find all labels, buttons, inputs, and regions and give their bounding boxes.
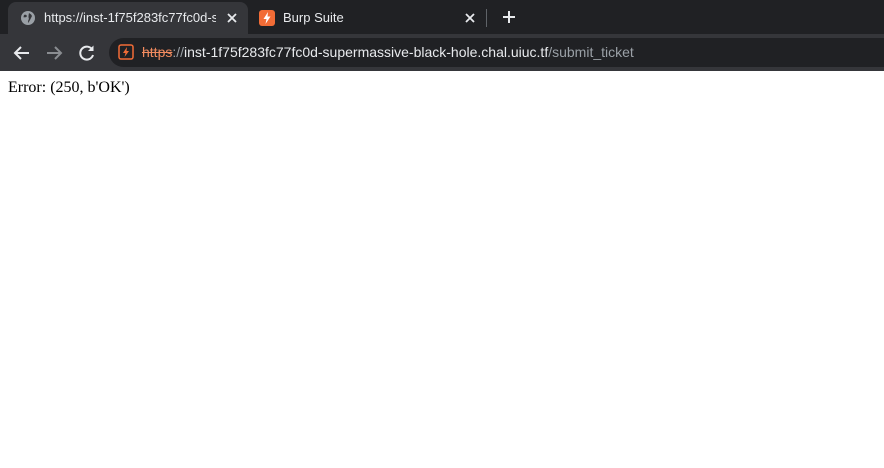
burp-suite-icon — [259, 10, 275, 26]
tab-submit-ticket[interactable]: https://inst-1f75f283fc77fc0d-supermassi… — [8, 2, 248, 34]
tab-separator — [486, 9, 487, 27]
url-path: /submit_ticket — [548, 44, 634, 60]
burp-suite-icon[interactable] — [118, 44, 134, 60]
error-message: Error: (250, b'OK') — [8, 79, 130, 96]
close-tab-icon[interactable] — [462, 10, 478, 26]
browser-toolbar: https://inst-1f75f283fc77fc0d-supermassi… — [0, 34, 884, 71]
close-tab-icon[interactable] — [224, 10, 240, 26]
tab-title: https://inst-1f75f283fc77fc0d-supermassi… — [44, 10, 216, 25]
url-host: inst-1f75f283fc77fc0d-supermassive-black… — [184, 44, 549, 60]
globe-icon — [21, 11, 35, 25]
tab-title: Burp Suite — [283, 10, 344, 25]
page-content: Error: (250, b'OK') — [0, 71, 884, 468]
url-separator: :// — [172, 44, 185, 60]
forward-arrow-icon[interactable] — [43, 42, 65, 64]
url-scheme: https — [142, 44, 173, 60]
reload-icon[interactable] — [76, 42, 98, 64]
tab-burp-suite[interactable]: Burp Suite — [250, 2, 486, 34]
url-text[interactable]: https://inst-1f75f283fc77fc0d-supermassi… — [142, 38, 634, 67]
tab-strip: https://inst-1f75f283fc77fc0d-supermassi… — [0, 0, 884, 34]
address-bar[interactable]: https://inst-1f75f283fc77fc0d-supermassi… — [109, 38, 884, 67]
back-arrow-icon[interactable] — [11, 42, 33, 64]
new-tab-plus-icon[interactable] — [499, 7, 519, 27]
